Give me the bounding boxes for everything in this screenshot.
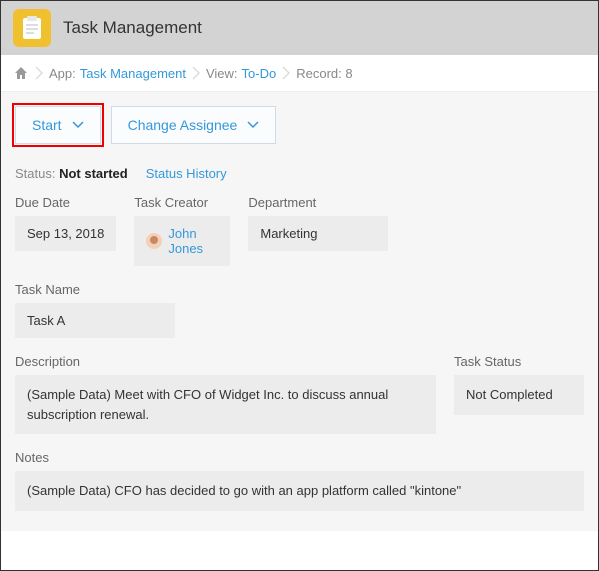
status-value: Not started	[59, 166, 128, 181]
notes-label: Notes	[15, 450, 584, 465]
breadcrumb-record: Record: 8	[296, 66, 352, 81]
chevron-down-icon	[72, 121, 84, 129]
home-icon[interactable]	[13, 65, 29, 81]
start-button[interactable]: Start	[15, 106, 101, 144]
chevron-right-icon	[35, 66, 43, 80]
notes-value: (Sample Data) CFO has decided to go with…	[15, 471, 584, 511]
status-history-link[interactable]: Status History	[146, 166, 227, 181]
breadcrumb-view-link[interactable]: To-Do	[242, 66, 277, 81]
description-label: Description	[15, 354, 436, 369]
task-status-label: Task Status	[454, 354, 584, 369]
department-value: Marketing	[248, 216, 388, 251]
task-status-value: Not Completed	[454, 375, 584, 415]
breadcrumb-view-label: View:	[206, 66, 238, 81]
app-title: Task Management	[63, 18, 202, 38]
action-bar: Start Change Assignee	[15, 106, 584, 144]
due-date-value: Sep 13, 2018	[15, 216, 116, 251]
task-name-value: Task A	[15, 303, 175, 338]
clipboard-icon	[13, 9, 51, 47]
department-label: Department	[248, 195, 388, 210]
description-value: (Sample Data) Meet with CFO of Widget In…	[15, 375, 436, 434]
chevron-right-icon	[192, 66, 200, 80]
chevron-right-icon	[282, 66, 290, 80]
chevron-down-icon	[247, 121, 259, 129]
breadcrumb-app-label: App:	[49, 66, 76, 81]
start-button-label: Start	[32, 117, 62, 133]
task-creator-link[interactable]: John Jones	[168, 226, 218, 256]
avatar	[146, 233, 162, 249]
breadcrumb: App: Task Management View: To-Do Record:…	[1, 55, 598, 92]
breadcrumb-app-link[interactable]: Task Management	[80, 66, 186, 81]
task-name-label: Task Name	[15, 282, 584, 297]
change-assignee-button[interactable]: Change Assignee	[111, 106, 277, 144]
status-label: Status:	[15, 166, 55, 181]
task-creator-label: Task Creator	[134, 195, 230, 210]
due-date-label: Due Date	[15, 195, 116, 210]
change-assignee-label: Change Assignee	[128, 117, 238, 133]
app-header: Task Management	[1, 1, 598, 55]
